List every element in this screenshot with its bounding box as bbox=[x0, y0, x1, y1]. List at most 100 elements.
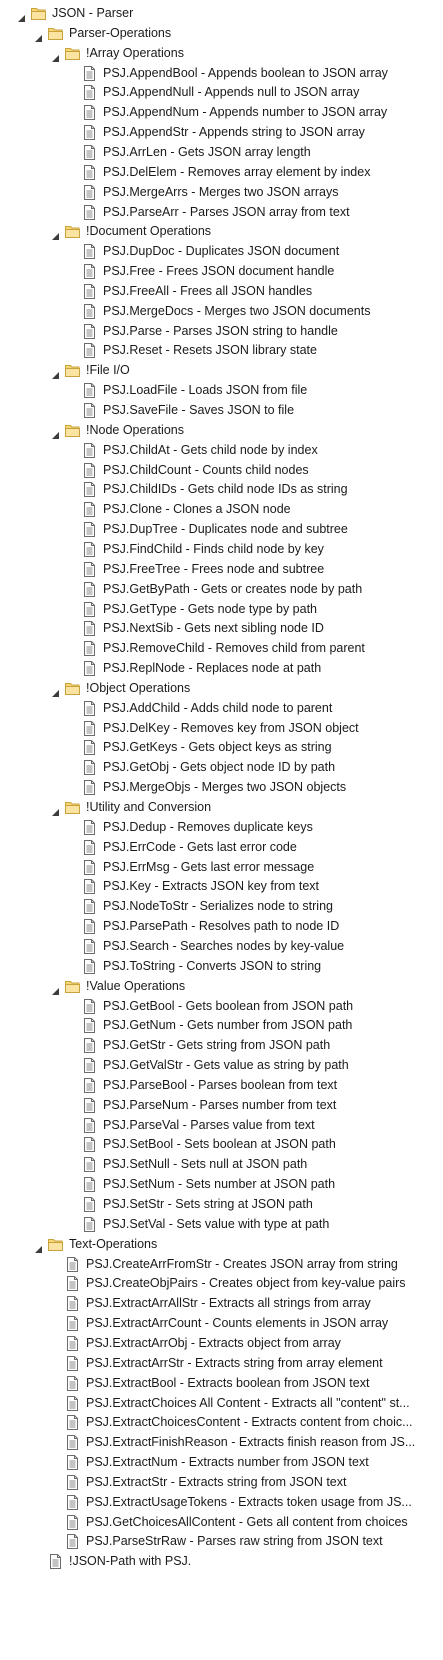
tree-folder-node[interactable]: !Value Operations bbox=[0, 976, 443, 997]
tree-document-node[interactable]: PSJ.SetNull - Sets null at JSON path bbox=[0, 1154, 443, 1175]
tree-document-node[interactable]: PSJ.ParseStrRaw - Parses raw string from… bbox=[0, 1531, 443, 1552]
tree-document-node[interactable]: PSJ.AppendBool - Appends boolean to JSON… bbox=[0, 63, 443, 84]
tree-node-label: PSJ.ErrMsg - Gets last error message bbox=[103, 859, 315, 874]
document-icon bbox=[81, 342, 98, 359]
tree-document-node[interactable]: PSJ.ExtractArrObj - Extracts object from… bbox=[0, 1333, 443, 1354]
tree-document-node[interactable]: PSJ.MergeDocs - Merges two JSON document… bbox=[0, 301, 443, 322]
tree-document-node[interactable]: PSJ.DelKey - Removes key from JSON objec… bbox=[0, 718, 443, 739]
tree-folder-node[interactable]: !File I/O bbox=[0, 360, 443, 381]
tree-document-node[interactable]: PSJ.ErrMsg - Gets last error message bbox=[0, 857, 443, 878]
tree-document-node[interactable]: PSJ.ExtractFinishReason - Extracts finis… bbox=[0, 1432, 443, 1453]
tree-document-node[interactable]: PSJ.ChildAt - Gets child node by index bbox=[0, 440, 443, 461]
tree-document-node[interactable]: PSJ.AppendNull - Appends null to JSON ar… bbox=[0, 82, 443, 103]
tree-document-node[interactable]: PSJ.NodeToStr - Serializes node to strin… bbox=[0, 896, 443, 917]
expand-arrow-icon[interactable] bbox=[51, 982, 60, 995]
tree-node-label: PSJ.ExtractBool - Extracts boolean from … bbox=[86, 1375, 370, 1390]
document-icon bbox=[81, 700, 98, 717]
tree-document-node[interactable]: PSJ.ParsePath - Resolves path to node ID bbox=[0, 916, 443, 937]
tree-document-node[interactable]: PSJ.Free - Frees JSON document handle bbox=[0, 261, 443, 282]
tree-document-node[interactable]: PSJ.Reset - Resets JSON library state bbox=[0, 340, 443, 361]
tree-document-node[interactable]: PSJ.GetNum - Gets number from JSON path bbox=[0, 1015, 443, 1036]
expand-arrow-icon[interactable] bbox=[51, 49, 60, 62]
tree-folder-node[interactable]: !Object Operations bbox=[0, 678, 443, 699]
tree-document-node[interactable]: PSJ.DupTree - Duplicates node and subtre… bbox=[0, 519, 443, 540]
tree-document-node[interactable]: PSJ.AppendStr - Appends string to JSON a… bbox=[0, 122, 443, 143]
tree-document-node[interactable]: PSJ.ChildCount - Counts child nodes bbox=[0, 460, 443, 481]
tree-node-label: PSJ.CreateArrFromStr - Creates JSON arra… bbox=[86, 1256, 398, 1271]
tree-document-node[interactable]: PSJ.ExtractUsageTokens - Extracts token … bbox=[0, 1492, 443, 1513]
tree-document-node[interactable]: PSJ.AddChild - Adds child node to parent bbox=[0, 698, 443, 719]
tree-document-node[interactable]: PSJ.GetStr - Gets string from JSON path bbox=[0, 1035, 443, 1056]
tree-folder-node[interactable]: !Utility and Conversion bbox=[0, 797, 443, 818]
tree-document-node[interactable]: PSJ.ExtractArrCount - Counts elements in… bbox=[0, 1313, 443, 1334]
expand-arrow-icon[interactable] bbox=[51, 426, 60, 439]
tree-node-label: PSJ.ExtractStr - Extracts string from JS… bbox=[86, 1474, 347, 1489]
tree-document-node[interactable]: PSJ.CreateArrFromStr - Creates JSON arra… bbox=[0, 1254, 443, 1275]
tree-document-node[interactable]: PSJ.SaveFile - Saves JSON to file bbox=[0, 400, 443, 421]
document-icon bbox=[64, 1395, 81, 1412]
tree-document-node[interactable]: PSJ.RemoveChild - Removes child from par… bbox=[0, 638, 443, 659]
tree-folder-node[interactable]: !Array Operations bbox=[0, 43, 443, 64]
expand-arrow-icon[interactable] bbox=[34, 29, 43, 42]
tree-document-node[interactable]: PSJ.Clone - Clones a JSON node bbox=[0, 499, 443, 520]
tree-document-node[interactable]: PSJ.GetObj - Gets object node ID by path bbox=[0, 757, 443, 778]
tree-document-node[interactable]: PSJ.ParseArr - Parses JSON array from te… bbox=[0, 202, 443, 223]
tree-document-node[interactable]: PSJ.Key - Extracts JSON key from text bbox=[0, 876, 443, 897]
tree-folder-node[interactable]: Parser-Operations bbox=[0, 23, 443, 44]
tree-document-node[interactable]: PSJ.DupDoc - Duplicates JSON document bbox=[0, 241, 443, 262]
tree-document-node[interactable]: PSJ.Dedup - Removes duplicate keys bbox=[0, 817, 443, 838]
tree-node-label: PSJ.Parse - Parses JSON string to handle bbox=[103, 323, 338, 338]
expand-arrow-icon[interactable] bbox=[51, 227, 60, 241]
tree-document-node[interactable]: PSJ.Parse - Parses JSON string to handle bbox=[0, 321, 443, 342]
tree-document-node[interactable]: PSJ.SetStr - Sets string at JSON path bbox=[0, 1194, 443, 1215]
tree-document-node[interactable]: PSJ.ToString - Converts JSON to string bbox=[0, 956, 443, 977]
tree-document-node[interactable]: PSJ.SetVal - Sets value with type at pat… bbox=[0, 1214, 443, 1235]
tree-document-node[interactable]: PSJ.FindChild - Finds child node by key bbox=[0, 539, 443, 560]
tree-document-node[interactable]: PSJ.ExtractChoices All Content - Extract… bbox=[0, 1393, 443, 1414]
tree-document-node[interactable]: PSJ.ChildIDs - Gets child node IDs as st… bbox=[0, 479, 443, 500]
tree-document-node[interactable]: PSJ.GetByPath - Gets or creates node by … bbox=[0, 579, 443, 600]
expand-arrow-icon[interactable] bbox=[34, 1240, 43, 1253]
tree-document-node[interactable]: PSJ.ErrCode - Gets last error code bbox=[0, 837, 443, 858]
tree-document-node[interactable]: PSJ.FreeAll - Frees all JSON handles bbox=[0, 281, 443, 302]
tree-document-node[interactable]: PSJ.ExtractArrAllStr - Extracts all stri… bbox=[0, 1293, 443, 1314]
tree-document-node[interactable]: PSJ.ExtractBool - Extracts boolean from … bbox=[0, 1373, 443, 1394]
tree-document-node[interactable]: PSJ.ParseNum - Parses number from text bbox=[0, 1095, 443, 1116]
tree-document-node[interactable]: PSJ.GetChoicesAllContent - Gets all cont… bbox=[0, 1512, 443, 1533]
tree-document-node[interactable]: PSJ.MergeObjs - Merges two JSON objects bbox=[0, 777, 443, 798]
tree-document-node[interactable]: PSJ.FreeTree - Frees node and subtree bbox=[0, 559, 443, 580]
tree-document-node[interactable]: PSJ.GetValStr - Gets value as string by … bbox=[0, 1055, 443, 1076]
tree-document-node[interactable]: PSJ.DelElem - Removes array element by i… bbox=[0, 162, 443, 183]
tree-folder-node[interactable]: JSON - Parser bbox=[0, 3, 443, 24]
tree-document-node[interactable]: PSJ.SetNum - Sets number at JSON path bbox=[0, 1174, 443, 1195]
tree-document-node[interactable]: PSJ.ParseVal - Parses value from text bbox=[0, 1115, 443, 1136]
expand-arrow-icon[interactable] bbox=[17, 9, 26, 22]
tree-document-node[interactable]: PSJ.GetBool - Gets boolean from JSON pat… bbox=[0, 996, 443, 1017]
tree-document-node[interactable]: PSJ.LoadFile - Loads JSON from file bbox=[0, 380, 443, 401]
tree-document-node[interactable]: PSJ.GetType - Gets node type by path bbox=[0, 599, 443, 620]
tree-document-node[interactable]: PSJ.SetBool - Sets boolean at JSON path bbox=[0, 1134, 443, 1155]
tree-node-label: !Value Operations bbox=[86, 978, 186, 993]
tree-document-node[interactable]: PSJ.MergeArrs - Merges two JSON arrays bbox=[0, 182, 443, 203]
tree-document-node[interactable]: !JSON-Path with PSJ. bbox=[0, 1551, 443, 1572]
tree-document-node[interactable]: PSJ.GetKeys - Gets object keys as string bbox=[0, 737, 443, 758]
expand-arrow-icon[interactable] bbox=[51, 803, 60, 816]
tree-document-node[interactable]: PSJ.CreateObjPairs - Creates object from… bbox=[0, 1273, 443, 1294]
tree-document-node[interactable]: PSJ.ReplNode - Replaces node at path bbox=[0, 658, 443, 679]
tree-document-node[interactable]: PSJ.ExtractChoicesContent - Extracts con… bbox=[0, 1412, 443, 1433]
tree-folder-node[interactable]: !Node Operations bbox=[0, 420, 443, 441]
tree-folder-node[interactable]: !Document Operations bbox=[0, 221, 443, 242]
tree-document-node[interactable]: PSJ.NextSib - Gets next sibling node ID bbox=[0, 618, 443, 639]
expand-arrow-icon[interactable] bbox=[51, 366, 60, 380]
tree-document-node[interactable]: PSJ.ExtractNum - Extracts number from JS… bbox=[0, 1452, 443, 1473]
tree-document-node[interactable]: PSJ.ExtractArrStr - Extracts string from… bbox=[0, 1353, 443, 1374]
tree-folder-node[interactable]: Text-Operations bbox=[0, 1234, 443, 1255]
tree-document-node[interactable]: PSJ.ParseBool - Parses boolean from text bbox=[0, 1075, 443, 1096]
expand-arrow-icon[interactable] bbox=[51, 684, 60, 697]
tree-document-node[interactable]: PSJ.Search - Searches nodes by key-value bbox=[0, 936, 443, 957]
document-icon bbox=[81, 204, 98, 221]
tree-document-node[interactable]: PSJ.ExtractStr - Extracts string from JS… bbox=[0, 1472, 443, 1493]
tree-document-node[interactable]: PSJ.ArrLen - Gets JSON array length bbox=[0, 142, 443, 163]
tree-document-node[interactable]: PSJ.AppendNum - Appends number to JSON a… bbox=[0, 102, 443, 123]
document-icon bbox=[64, 1533, 81, 1550]
